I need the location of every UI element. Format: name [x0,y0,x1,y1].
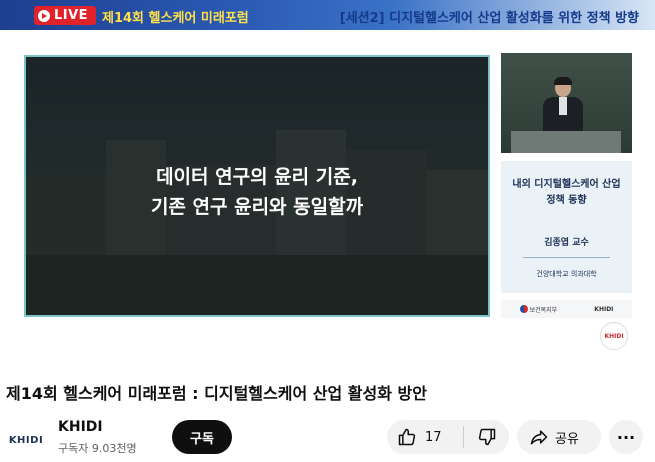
share-icon [529,427,549,447]
ministry-logo: 보건복지부 [519,305,558,314]
like-dislike-group: 17 [387,420,509,454]
session-title: [세션2] 디지털헬스케어 산업 활성화를 위한 정책 방향 [339,11,639,26]
live-label: LIVE [54,8,89,23]
ministry-label: 보건복지부 [529,306,558,314]
channel-avatar[interactable]: KHIDI [6,420,46,460]
speaker-shirt [559,97,567,115]
slide-caption-line: 데이터 연구의 윤리 기준, [156,166,358,188]
speaker-name: 김종엽 교수 [544,238,589,248]
subscriber-count: 구독자 9.03천명 [58,442,137,455]
speaker-affiliation: 건양대학교 의과대학 [536,270,597,278]
divider [523,257,610,258]
more-actions-button[interactable]: ··· [609,420,643,454]
speaker-hair [554,77,572,85]
slide-caption-line: 기존 연구 윤리와 동일할까 [150,196,364,218]
talk-title-line: 정책 동향 [546,195,587,206]
avatar-text: KHIDI [8,434,44,446]
thumbs-down-icon [477,427,497,447]
subscribe-button[interactable]: 구독 [172,420,232,454]
speaker-camera [501,53,632,153]
more-icon: ··· [616,427,636,447]
video-player[interactable]: LIVE 제14회 헬스케어 미래포럼 [세션2] 디지털헬스케어 산업 활성화… [0,0,655,362]
talk-title-line: 내외 디지털헬스케어 산업 [512,179,621,190]
presentation-slide: 데이터 연구의 윤리 기준, 기존 연구 윤리와 동일할까 [24,55,490,317]
speaker-info-card: 내외 디지털헬스케어 산업 정책 동향 김종엽 교수 건양대학교 의과대학 [501,161,632,293]
khidi-logo: KHIDI [594,305,614,313]
live-banner: LIVE 제14회 헬스케어 미래포럼 [세션2] 디지털헬스케어 산업 활성화… [0,0,655,30]
channel-name[interactable]: KHIDI [58,419,103,435]
like-count: 17 [425,429,442,445]
podium [511,131,621,153]
forum-title: 제14회 헬스케어 미래포럼 [102,11,249,26]
slide-caption: 데이터 연구의 윤리 기준, 기존 연구 윤리와 동일할까 [26,162,488,222]
live-badge: LIVE [34,6,96,25]
ministry-emblem-icon [519,305,528,313]
thumbs-up-icon [397,427,417,447]
like-button[interactable]: 17 [387,420,463,454]
share-button[interactable]: 공유 [517,420,601,454]
talk-title: 내외 디지털헬스케어 산업 정책 동향 [501,177,632,209]
channel-watermark[interactable]: KHIDI [600,322,628,350]
share-label: 공유 [555,431,579,447]
dislike-button[interactable] [464,420,509,454]
play-icon [38,9,50,22]
sponsor-logos: 보건복지부 KHIDI [501,300,632,318]
video-title: 제14회 헬스케어 미래포럼 : 디지털헬스케어 산업 활성화 방안 [6,384,427,403]
